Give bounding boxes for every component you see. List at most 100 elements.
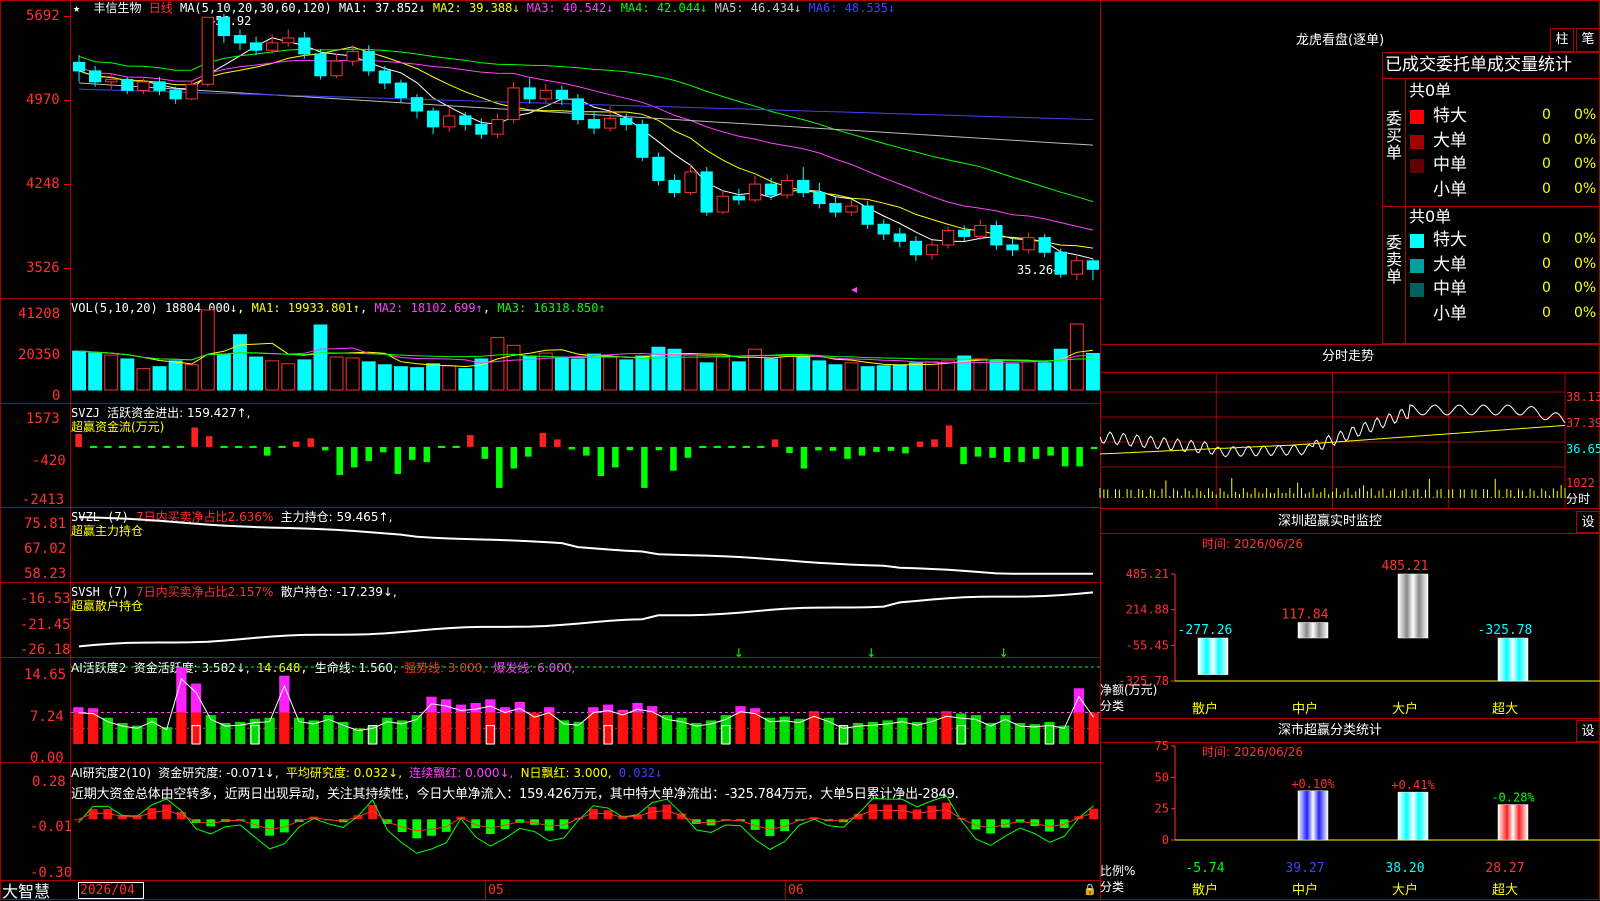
research-bar <box>162 804 172 820</box>
flow-bar <box>394 446 402 474</box>
column-view-button[interactable]: 柱 <box>1550 28 1574 52</box>
color-swatch <box>1410 258 1424 273</box>
order-count: 0 <box>1542 180 1551 197</box>
vol-axis-label: 41208 <box>18 306 61 322</box>
order-count: 0 <box>1542 280 1551 296</box>
candle-body <box>941 229 955 246</box>
flow-bar <box>1090 446 1098 450</box>
volume-bar <box>925 361 939 391</box>
candle-body <box>652 156 665 181</box>
svzj-axis-label: 1573 <box>26 411 60 427</box>
flow-tick <box>278 445 286 448</box>
category-bar <box>1197 637 1229 675</box>
sell-total: 共0单 <box>1409 207 1452 226</box>
svsh-chart[interactable] <box>71 582 1101 657</box>
flow-bar <box>844 446 851 459</box>
intraday-axis-label: 37.39 <box>1566 416 1600 430</box>
category-label: 散户 <box>1192 701 1218 717</box>
order-percent: 0% <box>1574 156 1597 172</box>
order-percent: 0% <box>1574 255 1597 272</box>
research-bar <box>912 809 922 820</box>
active-bar <box>588 712 599 744</box>
date-label: 2026/04 <box>80 883 135 898</box>
volume-chart[interactable] <box>71 298 1101 403</box>
candle-body <box>169 89 182 100</box>
volume-bar <box>699 362 714 391</box>
lhb-title: 龙虎看盘(逐单) <box>1296 33 1385 48</box>
flow-tick <box>742 445 750 448</box>
flow-bar <box>902 446 909 454</box>
month-tick <box>485 880 486 900</box>
divider <box>0 880 1100 881</box>
category-label: 超大 <box>1492 883 1518 898</box>
ai-research-axis-label: -0.30 <box>30 865 73 881</box>
candlestick-chart[interactable] <box>71 0 1101 298</box>
svsh-axis-label: -21.45 <box>20 617 71 633</box>
volume-bar <box>860 366 875 391</box>
candle-body <box>394 82 408 99</box>
flow-bar <box>931 439 938 447</box>
category-label: 中户 <box>1292 701 1318 717</box>
active-bar <box>647 712 658 744</box>
candle-body <box>330 60 343 77</box>
candle-body <box>797 179 810 194</box>
ai-research-axis-label: -0.01 <box>30 819 73 835</box>
research-bar <box>897 804 907 820</box>
candle-body <box>829 203 842 213</box>
tick-view-button[interactable]: 笔 <box>1576 28 1600 52</box>
research-bar <box>883 804 893 820</box>
candle-body <box>459 115 472 125</box>
candle-body <box>137 81 150 91</box>
flow-bar <box>655 446 663 451</box>
order-type: 小单 <box>1433 179 1467 200</box>
flow-tick <box>104 445 112 448</box>
active-bar <box>735 712 746 744</box>
volume-bar <box>635 355 650 391</box>
order-count: 0 <box>1542 156 1551 172</box>
down-arrow-icon: ↓ <box>999 646 1009 660</box>
candle-body <box>604 117 617 129</box>
ai-research-chart[interactable] <box>71 762 1101 880</box>
svzj-chart[interactable] <box>71 403 1101 507</box>
intraday-chart[interactable] <box>1099 372 1600 508</box>
svsh-axis-label: -26.18 <box>20 642 71 658</box>
svsh-axis-label: -16.53 <box>20 591 71 607</box>
volume-bar <box>844 362 859 391</box>
sz-class-ylabel: 比例% <box>1100 864 1136 878</box>
flow-bar <box>1076 446 1083 467</box>
active-bar-peak <box>87 708 99 713</box>
active-bar <box>455 712 467 744</box>
research-bar <box>1059 819 1069 828</box>
active-bar-peak <box>750 708 761 713</box>
sz-class-settings-button[interactable]: 设 <box>1576 720 1600 742</box>
candle-body <box>748 183 762 201</box>
active-bar-peak <box>455 704 467 713</box>
volume-bar <box>796 356 811 391</box>
active-bar <box>176 712 187 744</box>
lock-icon[interactable]: 🔒 <box>1083 883 1097 897</box>
candle-body <box>1070 260 1083 275</box>
divider <box>1100 718 1600 719</box>
axis-label: 0 <box>1162 833 1169 847</box>
flow-bar <box>1047 446 1054 456</box>
flow-bar <box>525 446 532 457</box>
volume-bar <box>828 364 843 391</box>
flow-bar <box>815 446 822 451</box>
price-axis-label: 5692 <box>26 8 60 24</box>
bar-value-label: -325.78 <box>1478 623 1533 638</box>
sz-class-title: 深市超赢分类统计 <box>1278 723 1383 738</box>
candle-body <box>443 115 456 128</box>
ma-line-5 <box>78 82 1094 146</box>
sz-monitor-settings-button[interactable]: 设 <box>1576 511 1600 533</box>
vol-ma-line-2 <box>78 347 1094 364</box>
candle-body <box>716 195 729 213</box>
volume-bar <box>120 358 135 391</box>
ai-active-chart[interactable]: ↓ ↓ ↓ <box>71 646 1101 762</box>
flow-tick <box>452 445 460 448</box>
axis-tick <box>64 16 70 17</box>
active-bar <box>544 712 555 744</box>
volume-bar <box>442 365 457 391</box>
order-stats-title: 已成交委托单成交量统计 <box>1385 55 1572 75</box>
svzl-chart[interactable] <box>71 507 1101 582</box>
flow-bar <box>1003 446 1011 463</box>
